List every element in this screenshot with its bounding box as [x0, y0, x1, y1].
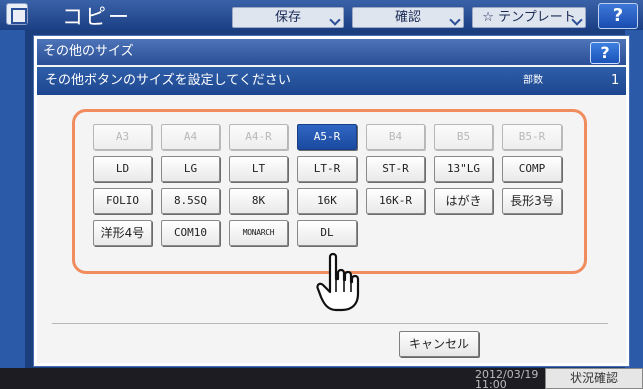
status-check-button[interactable]: 状況確認	[545, 368, 643, 389]
copies-value: 1	[611, 73, 620, 88]
tab-confirm[interactable]: 確認	[352, 7, 464, 28]
size-dl-button[interactable]: DL	[297, 220, 357, 246]
size-a4r-button[interactable]: A4-R	[229, 124, 288, 150]
size-8k-button[interactable]: 8K	[229, 188, 288, 214]
tab-template-label: ☆ テンプレート	[482, 10, 576, 25]
clock: 2012/03/19 11:00	[475, 368, 539, 389]
size-comp-button[interactable]: COMP	[502, 156, 562, 182]
divider	[52, 323, 608, 324]
background-title: コピー	[62, 5, 131, 29]
size-a5r-button[interactable]: A5-R	[297, 124, 357, 150]
background-help-button[interactable]: ?	[598, 3, 638, 29]
cancel-button[interactable]: キャンセル	[399, 331, 479, 357]
size-yokei4-button[interactable]: 洋形4号	[93, 220, 152, 246]
size-monarch-button[interactable]: MONARCH	[229, 220, 288, 246]
tab-save[interactable]: 保存	[232, 7, 344, 28]
hand-pointer-icon	[316, 252, 360, 312]
size-b5-button[interactable]: B5	[434, 124, 493, 150]
instruction-bar: その他ボタンのサイズを設定してください 部数 1	[37, 67, 626, 95]
app-icon	[6, 3, 28, 25]
size-ld-button[interactable]: LD	[93, 156, 152, 182]
size-a4-button[interactable]: A4	[161, 124, 220, 150]
size-b5r-button[interactable]: B5-R	[502, 124, 562, 150]
size-selection-panel: A3 A4 A4-R A5-R B4 B5 B5-R LD LG LT LT-R…	[72, 109, 587, 274]
size-postcard-button[interactable]: はがき	[434, 188, 493, 214]
size-13lg-button[interactable]: 13"LG	[434, 156, 493, 182]
size-lt-button[interactable]: LT	[229, 156, 288, 182]
instruction-text: その他ボタンのサイズを設定してください	[45, 73, 291, 88]
other-size-dialog: その他のサイズ ? その他ボタンのサイズを設定してください 部数 1 A3 A4…	[33, 35, 630, 367]
size-a3-button[interactable]: A3	[93, 124, 152, 150]
tab-template[interactable]: ☆ テンプレート	[472, 7, 586, 28]
chevron-down-icon	[449, 14, 461, 26]
tab-confirm-label: 確認	[394, 10, 421, 25]
size-chokei3-button[interactable]: 長形3号	[502, 188, 562, 214]
dialog-help-button[interactable]: ?	[590, 42, 620, 64]
dialog-title: その他のサイズ	[37, 39, 626, 65]
size-16kr-button[interactable]: 16K-R	[366, 188, 425, 214]
background-left-panel	[0, 30, 25, 370]
copies-label: 部数	[523, 75, 543, 86]
size-com10-button[interactable]: COM10	[161, 220, 220, 246]
tab-save-label: 保存	[274, 10, 301, 25]
chevron-down-icon	[329, 14, 341, 26]
size-lg-button[interactable]: LG	[161, 156, 220, 182]
size-folio-button[interactable]: FOLIO	[93, 188, 152, 214]
size-str-button[interactable]: ST-R	[366, 156, 425, 182]
size-ltr-button[interactable]: LT-R	[297, 156, 357, 182]
size-b4-button[interactable]: B4	[366, 124, 425, 150]
size-16k-button[interactable]: 16K	[297, 188, 357, 214]
size-85sq-button[interactable]: 8.5SQ	[161, 188, 220, 214]
